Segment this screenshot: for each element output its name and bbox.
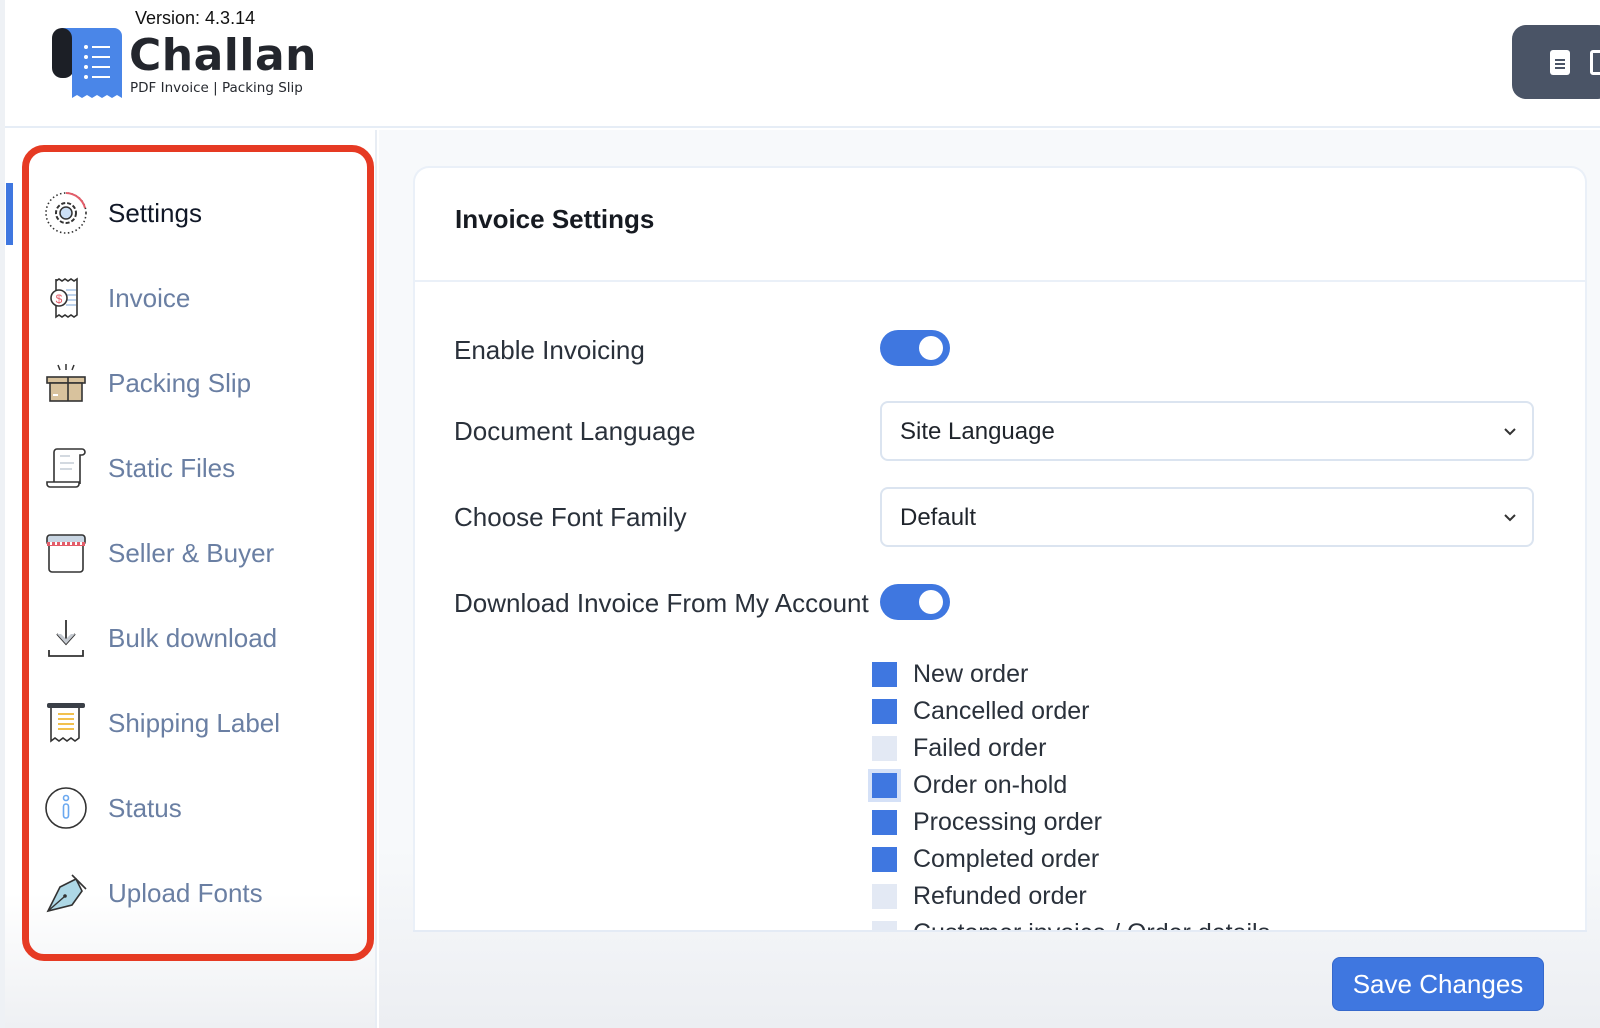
sidebar-highlight-annotation [22,145,374,961]
checkbox-label: Completed order [913,844,1100,873]
version-text: Version: 4.3.14 [135,8,256,28]
checkbox[interactable] [872,735,897,761]
select-value: Default [900,504,977,531]
checkbox-label: Processing order [913,807,1102,836]
download-from-account-label: Download Invoice From My Account [454,588,869,618]
toggle-knob [919,590,943,614]
order-status-checkbox-row[interactable]: Customer invoice / Order details [872,915,1270,930]
document-language-select[interactable]: Site Language [880,401,1534,461]
enable-invoicing-toggle[interactable] [880,330,950,366]
checkbox-label: New order [913,659,1029,688]
header: Version: 4.3.14 Challan PDF Invoice | Pa… [5,0,1600,128]
toggle-knob [919,336,943,360]
checkbox[interactable] [872,698,897,724]
document-outline-icon [1590,50,1600,75]
checkbox-label: Cancelled order [913,696,1090,725]
card-bottom-border [413,930,1587,932]
clipped-row-container: Customer invoice / Order details [413,906,1587,930]
enable-invoicing-label: Enable Invoicing [454,335,645,365]
logo-title: Challan [129,30,317,81]
select-value: Site Language [900,418,1055,445]
active-indicator [6,183,13,245]
checkbox[interactable] [872,661,897,687]
order-status-checkbox-row[interactable]: Cancelled order [872,693,1090,729]
checkbox-label: Failed order [913,733,1047,762]
order-status-checkbox-row[interactable]: Failed order [872,730,1046,766]
save-changes-button[interactable]: Save Changes [1332,957,1544,1011]
order-status-checkbox-row[interactable]: Completed order [872,841,1099,877]
checkbox[interactable] [872,846,897,872]
top-document-button[interactable] [1512,25,1600,99]
logo-subtitle: PDF Invoice | Packing Slip [130,80,303,96]
card-divider [415,280,1585,282]
font-family-select[interactable]: Default [880,487,1534,547]
chevron-down-icon [1504,514,1516,522]
checkbox[interactable] [868,768,901,802]
challan-logo-icon [52,28,122,98]
checkbox[interactable] [872,920,897,930]
document-language-label: Document Language [454,416,696,446]
font-family-label: Choose Font Family [454,502,687,532]
order-status-checkbox-row[interactable]: Processing order [872,804,1102,840]
checkbox[interactable] [872,883,897,909]
download-from-account-toggle[interactable] [880,584,950,620]
document-icon [1550,50,1570,75]
order-status-checkbox-row[interactable]: New order [872,656,1028,692]
checkbox-label: Order on-hold [913,770,1068,799]
checkbox-label: Customer invoice / Order details [913,919,1270,931]
chevron-down-icon [1504,428,1516,436]
card-title: Invoice Settings [455,204,655,234]
order-status-checkbox-row[interactable]: Order on-hold [868,767,1068,803]
checkbox[interactable] [872,809,897,835]
